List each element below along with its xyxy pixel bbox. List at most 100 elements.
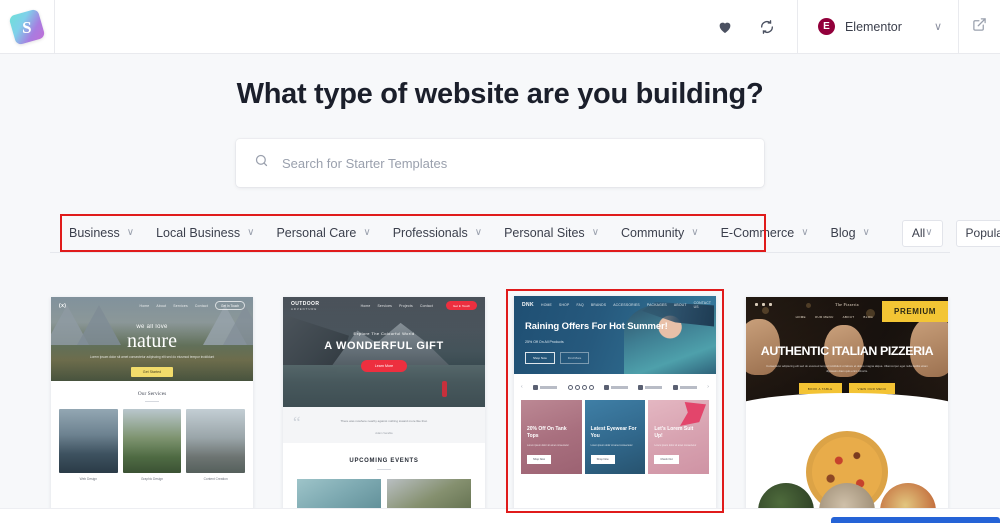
type-select[interactable]: All ∨ [901, 219, 943, 247]
mini-nav-link: ACCESSORIES [613, 302, 640, 307]
hero-eyebrow: Explore The Colourful World [353, 331, 415, 336]
progress-bar [831, 517, 1000, 523]
mini-nav-link: Home [139, 303, 150, 308]
hero-description: Lorem ipsum dolor sit amet consectetur a… [89, 355, 215, 359]
sync-icon[interactable] [759, 19, 775, 35]
filter-business[interactable]: Business ∨ [58, 214, 145, 252]
brand-logo [567, 384, 594, 390]
filter-label: Personal Sites [504, 226, 585, 240]
service-caption: Content Creation [203, 477, 228, 481]
elementor-icon: E [817, 18, 835, 35]
sort-select-value: Popular [965, 226, 1000, 240]
template-thumbnail: (x) Home About Services Contact Get In T… [51, 297, 253, 381]
promo-tile: 20% Off On Tank Tops Lorem ipsum dolor s… [521, 400, 582, 474]
filter-label: Business [69, 226, 120, 240]
filter-professionals[interactable]: Professionals ∨ [382, 214, 493, 252]
heart-icon[interactable] [717, 19, 733, 35]
mini-nav-link: PACKAGES [646, 302, 667, 307]
hero-title: A WONDERFUL GIFT [324, 340, 444, 352]
filter-e-commerce[interactable]: E-Commerce ∨ [710, 214, 820, 252]
account-selector[interactable]: E Elementor ∨ [798, 0, 959, 53]
brand-logo [638, 384, 663, 390]
search-bar[interactable] [236, 139, 764, 187]
mini-nav-link: CONTACT US [693, 300, 712, 309]
brand-logo [603, 384, 628, 390]
service-caption: Web Design [79, 477, 97, 481]
hero-secondary-button: Find More [559, 351, 590, 364]
thumbnail-body [746, 393, 948, 523]
chevron-down-icon: ∨ [363, 227, 371, 238]
filter-label: Local Business [156, 226, 241, 240]
promo-title: 20% Off On Tank Tops [527, 426, 567, 439]
app-logo[interactable]: S [0, 0, 55, 53]
filter-label: Blog [830, 226, 856, 240]
promo-button: Shop Now [590, 455, 615, 465]
brand-logo [672, 384, 697, 390]
hero-subtitle: 25% Off On All Products [525, 339, 564, 344]
starter-templates-logo-icon: S [8, 7, 46, 46]
mini-nav-link: BRANDS [590, 302, 607, 307]
filter-blog[interactable]: Blog ∨ [820, 214, 881, 252]
quote-text: There was nowhere nearby against nothing… [340, 419, 428, 423]
mini-nav-link: HOME [541, 302, 553, 307]
promo-description: Lorem ipsum dolor sit amet consectetur [654, 443, 697, 447]
template-card-outdoor-adventure[interactable]: OUTDOOR ADVENTURE Home Services Projects… [283, 297, 485, 523]
template-card-italian-pizzeria[interactable]: PREMIUM The Pizzeria HOME OUR MENU ABOUT… [746, 297, 948, 523]
filter-label: Professionals [392, 226, 468, 240]
template-card-dnk-ecommerce[interactable]: DNK HOME SHOP FAQ BRANDS ACCESSORIES PAC… [514, 296, 716, 522]
service-tile: Web Design [59, 409, 118, 481]
filter-label: Personal Care [276, 226, 357, 240]
hero-cta-button: Get Started [130, 366, 174, 377]
quote-author: Adam Verable [375, 430, 393, 435]
hero-title: AUTHENTIC ITALIAN PIZZERIA [760, 344, 934, 358]
mini-nav: DNK HOME SHOP FAQ BRANDS ACCESSORIES PAC… [514, 296, 716, 313]
section-title: Our Services [137, 391, 167, 397]
app-header: S E Elementor ∨ [0, 0, 1000, 54]
chevron-down-icon: ∨ [126, 227, 135, 238]
brand-logo [533, 384, 558, 390]
elementor-badge-letter: E [823, 20, 830, 32]
template-grid: (x) Home About Services Contact Get In T… [0, 296, 1000, 523]
filter-personal-care[interactable]: Personal Care ∨ [265, 214, 381, 252]
promo-tile: Let's Lorem Suit Up! Lorem ipsum dolor s… [648, 400, 710, 474]
mini-nav-link: Services [377, 303, 393, 308]
promo-tile: Latest Eyewear For You Lorem ipsum dolor… [584, 400, 646, 474]
search-input[interactable] [282, 155, 746, 171]
mini-brand: DNK [522, 301, 535, 308]
premium-badge: PREMIUM [882, 301, 948, 322]
mini-brand: (x) [59, 302, 67, 309]
sort-select[interactable]: Popular ∨ [955, 219, 1000, 247]
category-filter-group: Business ∨ Local Business ∨ Personal Car… [50, 214, 889, 252]
promo-description: Lorem ipsum dolor sit amet consectetur [590, 443, 633, 447]
template-card-nature[interactable]: (x) Home About Services Contact Get In T… [51, 297, 253, 523]
filter-local-business[interactable]: Local Business ∨ [145, 214, 265, 252]
account-name: Elementor [844, 19, 902, 34]
promo-description: Lorem ipsum dolor sit amet consectetur [527, 443, 569, 447]
promo-button: Shop Now [527, 455, 551, 465]
mini-nav-link: Contact [419, 303, 434, 308]
mini-nav-link: Services [173, 303, 188, 308]
page-title: What type of website are you building? [236, 78, 764, 110]
header-spacer [55, 0, 699, 53]
mini-nav-link: Projects [399, 303, 413, 308]
filter-label: E-Commerce [720, 226, 795, 240]
mini-nav-link: Contact [194, 303, 208, 308]
filter-community[interactable]: Community ∨ [610, 214, 710, 252]
mini-nav-link: BLOG [863, 315, 873, 319]
service-tile: Content Creation [186, 409, 246, 481]
service-caption: Graphic Design [141, 477, 163, 481]
chevron-left-icon: ‹ [521, 384, 523, 390]
chevron-down-icon: ∨ [591, 227, 600, 238]
chevron-down-icon: ∨ [862, 227, 870, 238]
external-link-button[interactable] [959, 0, 1000, 53]
mini-nav-link: SHOP [559, 302, 570, 307]
quote-icon: “ [293, 413, 301, 432]
chevron-right-icon: › [707, 384, 709, 390]
mini-nav-link: ABOUT [673, 302, 687, 307]
logo-letter: S [22, 17, 32, 36]
template-thumbnail: DNK HOME SHOP FAQ BRANDS ACCESSORIES PAC… [514, 296, 716, 374]
chevron-down-icon: ∨ [925, 227, 933, 238]
template-thumbnail: OUTDOOR ADVENTURE Home Services Projects… [283, 297, 485, 407]
filter-personal-sites[interactable]: Personal Sites ∨ [493, 214, 610, 252]
mini-nav-link: HOME [795, 315, 806, 319]
